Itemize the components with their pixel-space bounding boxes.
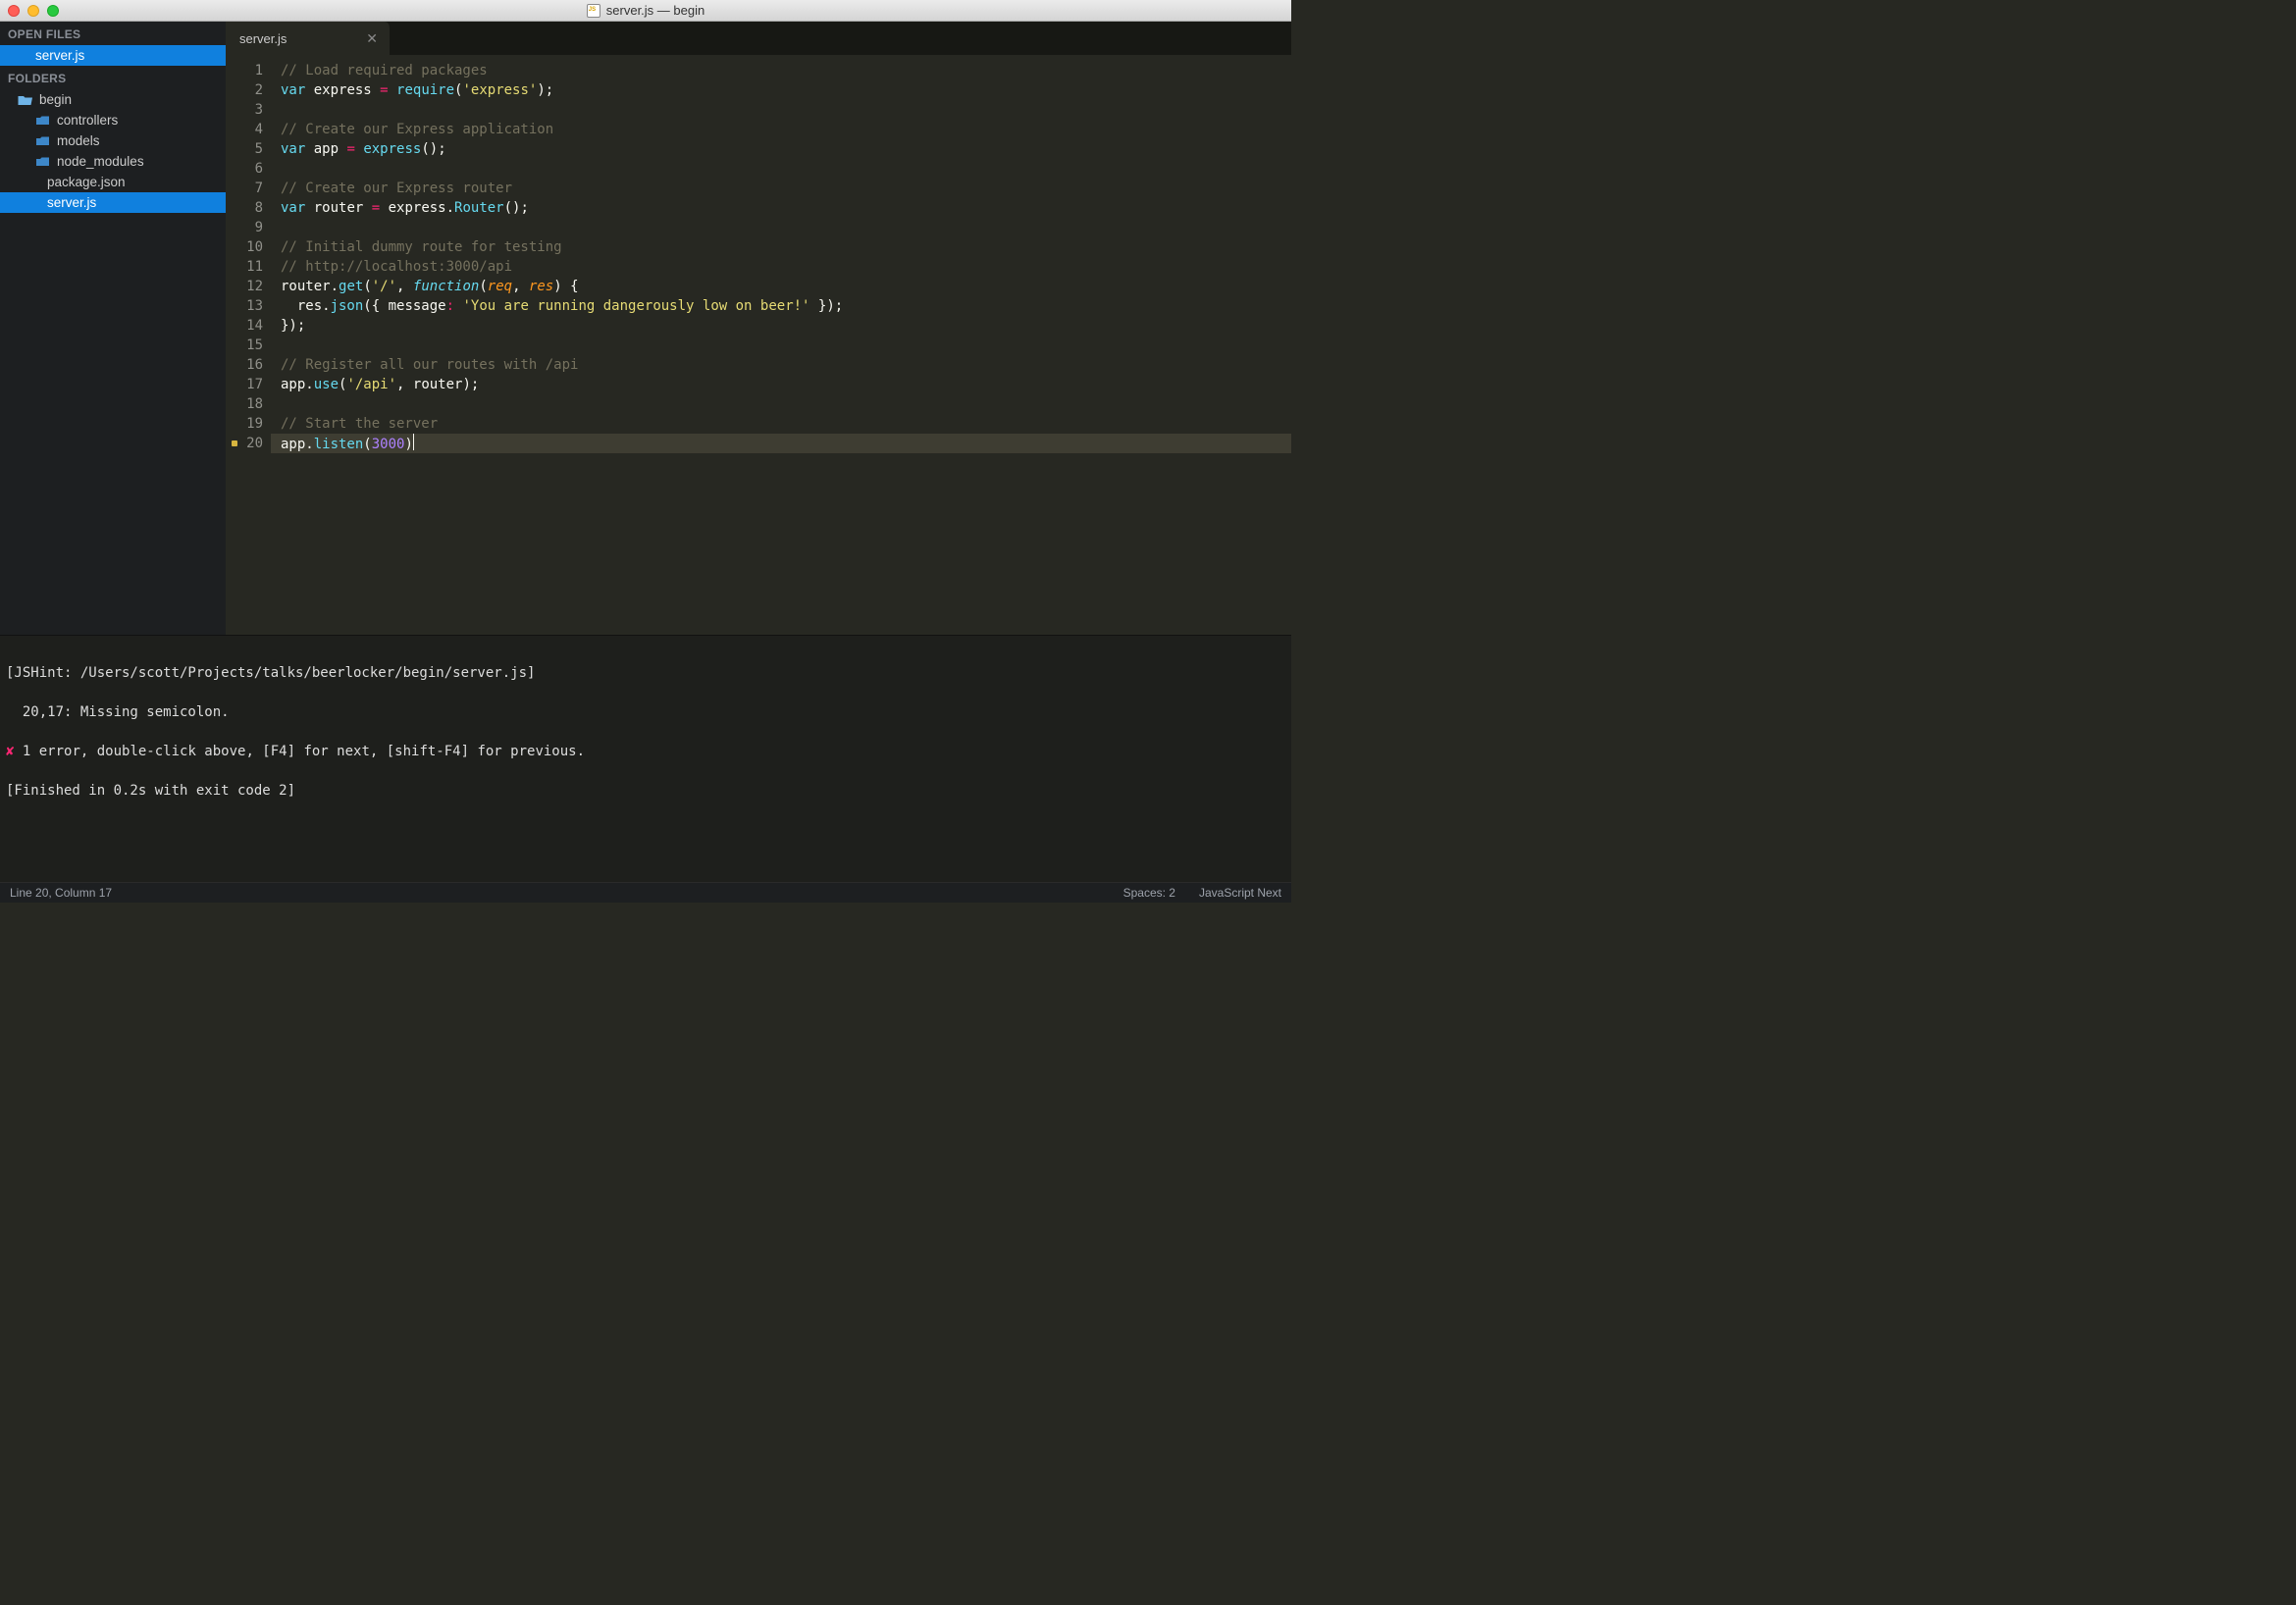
document-icon bbox=[587, 4, 600, 18]
window-title-text: server.js — begin bbox=[606, 3, 704, 18]
code-line[interactable]: router.get('/', function(req, res) { bbox=[281, 277, 1291, 296]
folder-controllers[interactable]: controllers bbox=[0, 110, 226, 130]
line-number: 20 bbox=[235, 434, 263, 453]
code-lines[interactable]: // Load required packagesvar express = r… bbox=[271, 61, 1291, 635]
code-line[interactable]: var app = express(); bbox=[281, 139, 1291, 159]
lint-marker-icon[interactable] bbox=[232, 440, 237, 446]
code-line[interactable] bbox=[281, 100, 1291, 120]
gutter: 1234567891011121314151617181920 bbox=[226, 61, 271, 635]
folder-open-icon bbox=[18, 93, 33, 107]
window-title: server.js — begin bbox=[0, 3, 1291, 18]
titlebar: server.js — begin bbox=[0, 0, 1291, 22]
open-file-label: server.js bbox=[35, 48, 84, 63]
statusbar: Line 20, Column 17 Spaces: 2 JavaScript … bbox=[0, 882, 1291, 903]
code-line[interactable]: app.use('/api', router); bbox=[281, 375, 1291, 394]
syntax-setting[interactable]: JavaScript Next bbox=[1199, 886, 1281, 900]
file-label: package.json bbox=[47, 175, 126, 189]
console-line: [Finished in 0.2s with exit code 2] bbox=[6, 783, 295, 799]
console-line: [JSHint: /Users/scott/Projects/talks/bee… bbox=[6, 665, 535, 681]
console-line: 1 error, double-click above, [F4] for ne… bbox=[14, 744, 585, 759]
code-line[interactable]: // Load required packages bbox=[281, 61, 1291, 80]
folder-models[interactable]: models bbox=[0, 130, 226, 151]
folder-icon bbox=[35, 114, 51, 128]
line-number: 6 bbox=[235, 159, 263, 179]
sidebar: OPEN FILES server.js FOLDERS begin contr… bbox=[0, 22, 226, 635]
code-line[interactable]: var express = require('express'); bbox=[281, 80, 1291, 100]
code-line[interactable] bbox=[281, 218, 1291, 237]
folder-label: controllers bbox=[57, 113, 118, 128]
tab-label: server.js bbox=[239, 31, 287, 46]
window-close-button[interactable] bbox=[8, 5, 20, 17]
line-number: 1 bbox=[235, 61, 263, 80]
line-number: 14 bbox=[235, 316, 263, 336]
folder-icon bbox=[35, 155, 51, 169]
line-number: 16 bbox=[235, 355, 263, 375]
folder-label: node_modules bbox=[57, 154, 144, 169]
code-line[interactable]: // Register all our routes with /api bbox=[281, 355, 1291, 375]
text-cursor bbox=[413, 434, 415, 450]
open-file-item[interactable]: server.js bbox=[0, 45, 226, 66]
code-area[interactable]: 1234567891011121314151617181920 // Load … bbox=[226, 55, 1291, 635]
line-number: 19 bbox=[235, 414, 263, 434]
indentation-setting[interactable]: Spaces: 2 bbox=[1123, 886, 1175, 900]
code-line[interactable]: // Create our Express application bbox=[281, 120, 1291, 139]
line-number: 11 bbox=[235, 257, 263, 277]
cursor-position[interactable]: Line 20, Column 17 bbox=[10, 886, 112, 900]
file-server-js[interactable]: server.js bbox=[0, 192, 226, 213]
line-number: 15 bbox=[235, 336, 263, 355]
file-label: server.js bbox=[47, 195, 96, 210]
line-number: 2 bbox=[235, 80, 263, 100]
window-minimize-button[interactable] bbox=[27, 5, 39, 17]
code-line[interactable]: res.json({ message: 'You are running dan… bbox=[281, 296, 1291, 316]
folder-node-modules[interactable]: node_modules bbox=[0, 151, 226, 172]
code-line[interactable]: // http://localhost:3000/api bbox=[281, 257, 1291, 277]
line-number: 13 bbox=[235, 296, 263, 316]
code-line[interactable]: }); bbox=[281, 316, 1291, 336]
line-number: 10 bbox=[235, 237, 263, 257]
code-line[interactable]: // Start the server bbox=[281, 414, 1291, 434]
code-line[interactable]: // Create our Express router bbox=[281, 179, 1291, 198]
open-files-header: OPEN FILES bbox=[0, 22, 226, 45]
folders-header: FOLDERS bbox=[0, 66, 226, 89]
line-number: 12 bbox=[235, 277, 263, 296]
code-line[interactable]: // Initial dummy route for testing bbox=[281, 237, 1291, 257]
line-number: 18 bbox=[235, 394, 263, 414]
code-line[interactable]: var router = express.Router(); bbox=[281, 198, 1291, 218]
traffic-lights bbox=[0, 5, 59, 17]
line-number: 3 bbox=[235, 100, 263, 120]
line-number: 9 bbox=[235, 218, 263, 237]
tab-close-icon[interactable]: ✕ bbox=[364, 30, 380, 47]
line-number: 8 bbox=[235, 198, 263, 218]
folder-label: models bbox=[57, 133, 100, 148]
line-number: 17 bbox=[235, 375, 263, 394]
line-number: 5 bbox=[235, 139, 263, 159]
tab-server-js[interactable]: server.js ✕ bbox=[226, 22, 391, 55]
line-number: 7 bbox=[235, 179, 263, 198]
tabbar: server.js ✕ bbox=[226, 22, 1291, 55]
code-line[interactable] bbox=[281, 336, 1291, 355]
console-line[interactable]: 20,17: Missing semicolon. bbox=[6, 704, 230, 720]
build-output-panel[interactable]: [JSHint: /Users/scott/Projects/talks/bee… bbox=[0, 635, 1291, 882]
code-line[interactable]: app.listen(3000) bbox=[271, 434, 1291, 453]
code-line[interactable] bbox=[281, 159, 1291, 179]
folder-root[interactable]: begin bbox=[0, 89, 226, 110]
code-line[interactable] bbox=[281, 394, 1291, 414]
window-zoom-button[interactable] bbox=[47, 5, 59, 17]
file-package-json[interactable]: package.json bbox=[0, 172, 226, 192]
folder-icon bbox=[35, 134, 51, 148]
editor-area: server.js ✕ 1234567891011121314151617181… bbox=[226, 22, 1291, 635]
line-number: 4 bbox=[235, 120, 263, 139]
folder-root-label: begin bbox=[39, 92, 72, 107]
